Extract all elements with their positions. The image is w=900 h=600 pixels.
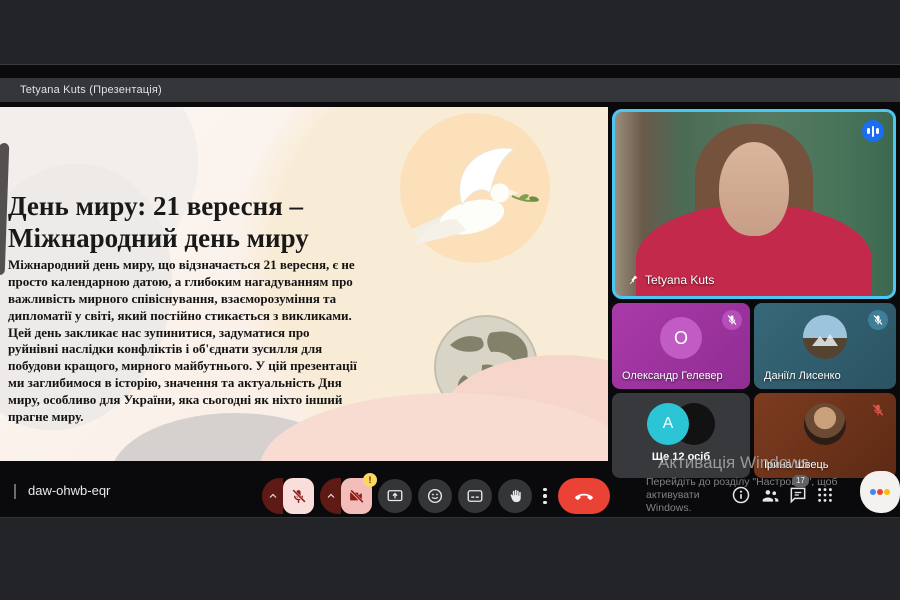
captions-icon — [466, 487, 484, 505]
more-options-button[interactable] — [538, 479, 552, 513]
slide-title-line2: Міжнародний день миру — [8, 223, 378, 255]
meeting-details-button[interactable] — [731, 485, 753, 507]
mic-mute-button[interactable] — [283, 478, 314, 514]
meeting-code: daw-ohwb-eqr — [28, 483, 110, 498]
overlay-widget[interactable] — [860, 471, 900, 513]
camera-options-button[interactable] — [320, 478, 341, 514]
participant-tile[interactable]: O Олександр Гелевер — [612, 303, 750, 389]
end-call-button[interactable] — [558, 478, 610, 514]
participant-name: Tetyana Kuts — [645, 273, 714, 287]
present-screen-icon — [386, 487, 404, 505]
mic-off-icon — [722, 310, 742, 330]
people-count-badge: 17 — [792, 475, 809, 487]
reactions-icon — [426, 487, 444, 505]
participant-name-chip: Tetyana Kuts — [627, 273, 714, 287]
chevron-up-icon — [325, 490, 337, 502]
presenter-bar-label: Tetyana Kuts (Презентація) — [20, 84, 162, 96]
audio-level-icon — [862, 120, 884, 142]
raise-hand-icon — [507, 488, 524, 505]
more-options-icon — [543, 488, 547, 492]
camera-control-group: ! — [320, 478, 372, 514]
speaker-face — [719, 142, 789, 236]
divider — [14, 484, 16, 499]
avatar — [803, 315, 847, 359]
avatar — [804, 403, 846, 445]
mic-control-group — [262, 478, 314, 514]
mic-options-button[interactable] — [262, 478, 283, 514]
participant-name: Даніїл Лисенко — [764, 370, 841, 382]
avatar: O — [660, 317, 702, 359]
avatar: A — [647, 403, 689, 445]
captions-button[interactable] — [458, 479, 492, 513]
mic-off-icon — [290, 488, 307, 505]
reactions-button[interactable] — [418, 479, 452, 513]
mic-off-icon — [868, 400, 888, 420]
end-call-icon — [573, 485, 595, 507]
activities-button[interactable] — [815, 485, 837, 507]
widget-dot — [884, 489, 890, 495]
screen: Tetyana Kuts (Презентація) — [0, 0, 900, 600]
mic-off-icon — [868, 310, 888, 330]
pin-icon — [627, 274, 639, 286]
participant-name: Олександр Гелевер — [622, 370, 723, 382]
avatar-stack: A — [647, 403, 715, 445]
dove-illustration — [392, 133, 552, 273]
chevron-up-icon — [267, 490, 279, 502]
camera-alert-badge: ! — [363, 473, 377, 487]
presentation-slide: День миру: 21 вересня – Міжнародний день… — [0, 107, 608, 461]
windows-activation-watermark: Активація Windows — [658, 453, 809, 473]
slide-title: День миру: 21 вересня – Міжнародний день… — [8, 191, 378, 254]
show-everyone-button[interactable] — [760, 485, 782, 507]
meet-window: Tetyana Kuts (Презентація) — [0, 64, 900, 518]
slide-title-line1: День миру: 21 вересня – — [8, 191, 378, 223]
widget-dot — [877, 489, 883, 495]
chat-button[interactable] — [788, 485, 810, 507]
people-icon — [760, 485, 781, 506]
participant-tile-main[interactable]: Tetyana Kuts — [612, 109, 896, 299]
present-screen-button[interactable] — [378, 479, 412, 513]
apps-grid-icon — [815, 485, 835, 505]
camera-off-icon — [348, 488, 365, 505]
info-icon — [731, 485, 751, 505]
chat-icon — [788, 485, 808, 505]
raise-hand-button[interactable] — [498, 479, 532, 513]
participant-tile[interactable]: Даніїл Лисенко — [754, 303, 896, 389]
call-controls: ! — [262, 478, 610, 514]
widget-dot — [870, 489, 876, 495]
presenter-bar: Tetyana Kuts (Презентація) — [0, 78, 900, 102]
camera-toggle-button[interactable]: ! — [341, 478, 372, 514]
slide-body-text: Міжнародний день миру, що відзначається … — [8, 257, 358, 426]
